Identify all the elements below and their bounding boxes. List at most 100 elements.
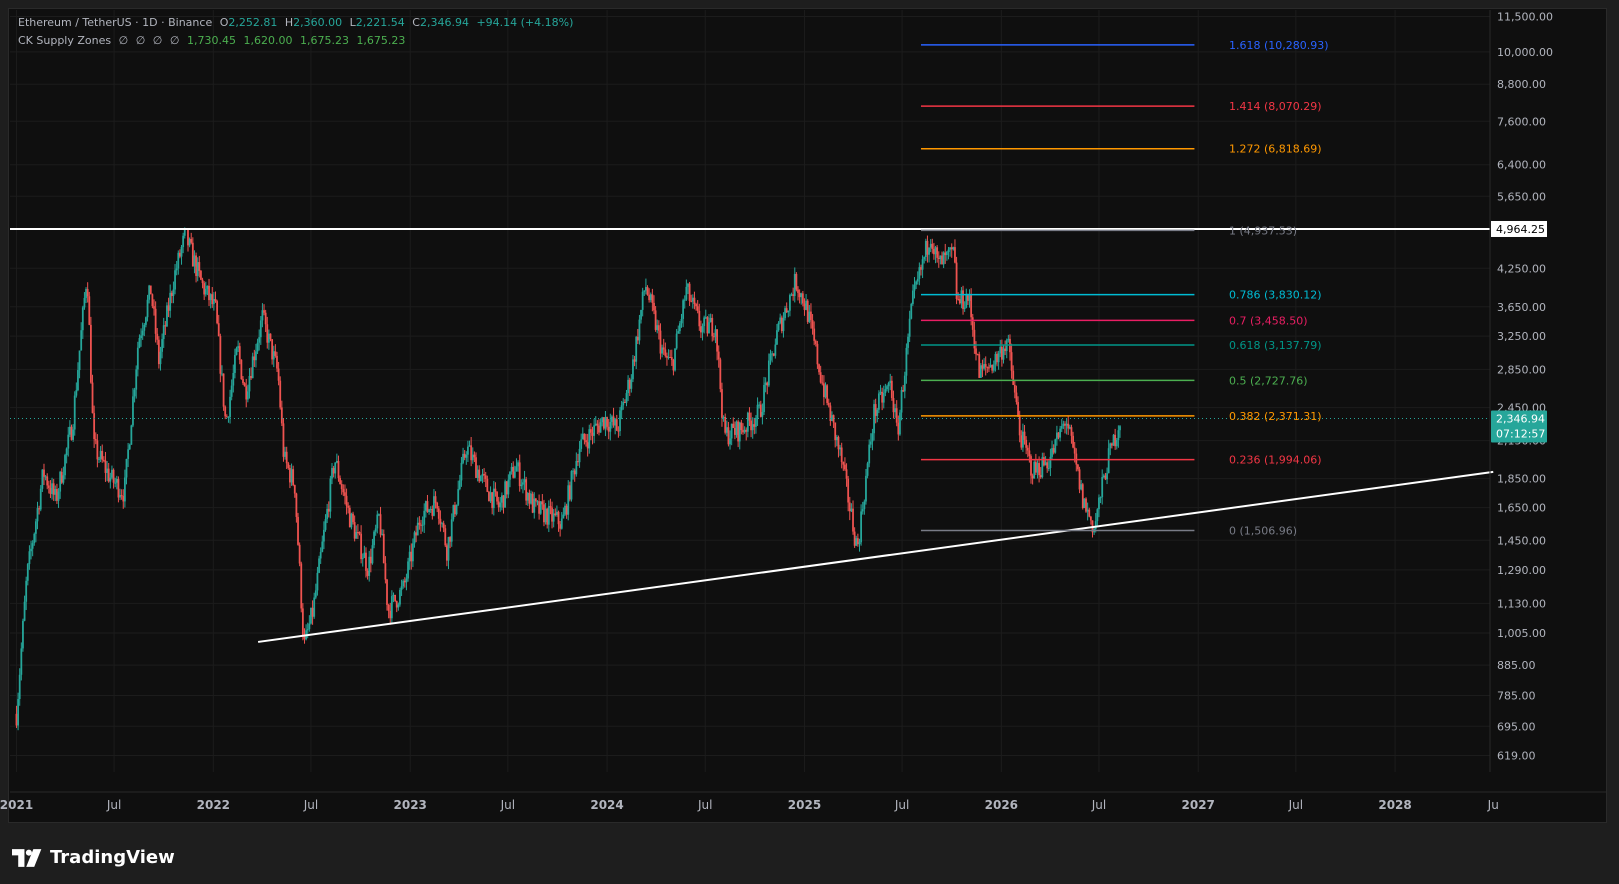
candle-body (308, 623, 311, 630)
candle-body (822, 383, 825, 398)
candle-body (313, 597, 316, 617)
candle-body (407, 561, 409, 579)
candle-body (232, 372, 235, 386)
candle-body (486, 478, 489, 492)
candle-body (649, 294, 652, 301)
candle-body (88, 296, 91, 325)
candle-body (695, 304, 697, 307)
candle-body (666, 355, 668, 358)
candle-body (745, 429, 748, 432)
candle-body (269, 333, 272, 340)
candle-body (128, 444, 131, 450)
candle-body (703, 317, 706, 327)
x-tick-label: Jul (500, 798, 515, 812)
candle-body (920, 267, 922, 270)
candle-body (1119, 426, 1121, 431)
candle-body (429, 508, 432, 510)
candle-body (719, 359, 722, 390)
candle-body (607, 426, 610, 432)
fib-level-label: 0.5 (2,727.76) (1229, 374, 1308, 387)
candle-body (975, 348, 977, 355)
candle-body (1010, 352, 1013, 371)
candle-body (1098, 497, 1100, 510)
candle-body (399, 589, 401, 605)
candle-body (282, 423, 285, 457)
candle-body (371, 545, 374, 564)
candle-body (593, 425, 596, 436)
candle-body (188, 238, 191, 246)
candle-body (193, 255, 196, 267)
symbol-legend[interactable]: Ethereum / TetherUS · 1D · Binance O2,25… (18, 16, 577, 29)
candle-body (811, 320, 814, 329)
price-chart[interactable]: 1.618 (10,280.93) 1.414 (8,070.29) 1.272 (… (0, 0, 1619, 884)
candle-body (708, 322, 710, 334)
candle-body (1094, 521, 1097, 530)
candle-body (722, 416, 725, 418)
candle-body (321, 541, 324, 552)
candle-body (565, 505, 568, 515)
candle-body (541, 501, 544, 505)
candle-body (102, 459, 105, 461)
candle-body (140, 335, 142, 339)
candle-body (902, 390, 905, 392)
candle-body (1047, 468, 1050, 470)
candle-body (907, 336, 909, 348)
candle-body (1081, 484, 1084, 508)
candle-body (627, 379, 630, 394)
candle-body (826, 385, 829, 403)
candle-body (146, 299, 149, 318)
indicator-name: CK Supply Zones (18, 34, 112, 47)
tradingview-logo[interactable]: TradingView (12, 847, 175, 868)
candle-body (939, 255, 942, 259)
candle-body (1107, 448, 1110, 474)
candle-body (43, 469, 45, 477)
indicator-legend[interactable]: CK Supply Zones ∅ ∅ ∅ ∅ 1,730.45 1,620.0… (18, 34, 409, 47)
candle-body (245, 386, 248, 400)
candle-body (1031, 475, 1034, 479)
candle-body (1036, 463, 1039, 473)
candle-body (923, 257, 926, 260)
candle-body (360, 533, 363, 560)
candle-body (543, 504, 545, 523)
candle-body (204, 288, 207, 295)
candle-body (949, 247, 952, 250)
candle-body (892, 398, 895, 413)
candle-body (423, 510, 426, 525)
candle-body (556, 511, 558, 515)
candle-body (334, 462, 337, 474)
candle-body (657, 325, 660, 331)
candle-body (187, 228, 189, 246)
candle-body (918, 267, 921, 279)
candle-body (157, 339, 160, 365)
candle-body (392, 594, 395, 597)
y-tick-label: 885.00 (1497, 659, 1536, 672)
candle-body (779, 317, 782, 323)
candle-body (921, 259, 924, 270)
candle-body (390, 596, 393, 619)
candle-body (687, 283, 689, 287)
candle-body (612, 416, 615, 426)
candle-body (306, 629, 309, 631)
candle-body (890, 380, 893, 399)
candle-body (470, 445, 473, 461)
candle-body (1028, 450, 1031, 457)
candle-body (120, 495, 123, 497)
candle-body (625, 393, 628, 403)
candle-body (225, 416, 228, 418)
candle-body (900, 390, 903, 413)
candle-body (674, 348, 676, 371)
candle-body (478, 469, 481, 482)
candle-body (517, 462, 519, 467)
candle-body (944, 252, 947, 256)
candle-body (1106, 473, 1108, 480)
candle-body (290, 469, 293, 483)
candle-body (437, 508, 440, 519)
candle-body (748, 412, 751, 421)
candle-body (1085, 498, 1087, 512)
x-tick-label: Jul (303, 798, 318, 812)
fib-level-label: 1.272 (6,818.69) (1229, 143, 1322, 156)
candle-body (602, 417, 605, 429)
candle-body (931, 243, 934, 250)
candle-body (1054, 439, 1057, 453)
candle-body (402, 580, 405, 587)
